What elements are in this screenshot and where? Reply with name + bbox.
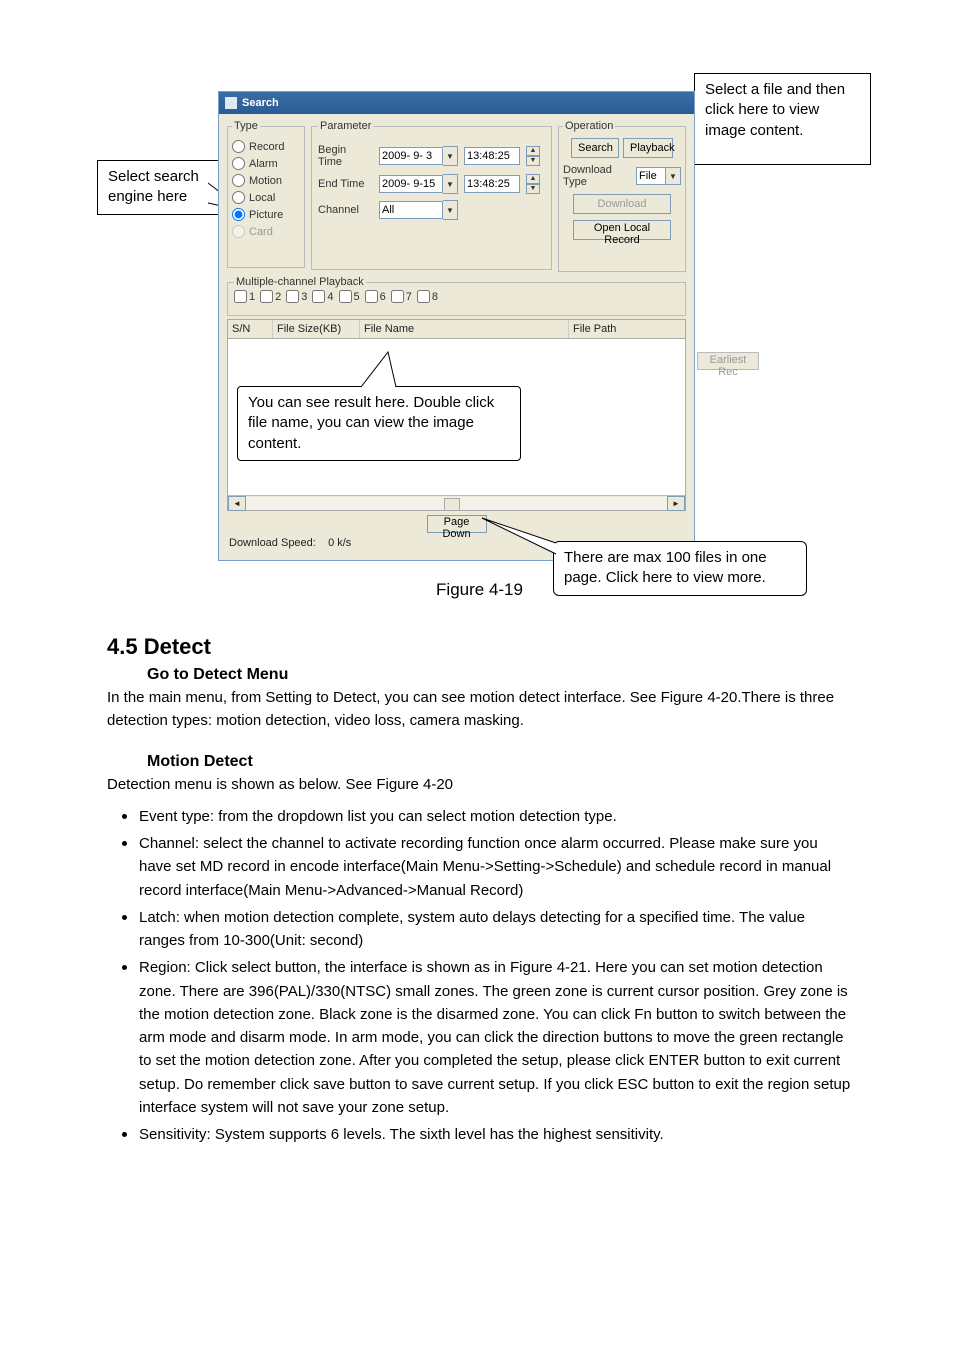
list-item: Event type: from the dropdown list you c… <box>139 802 852 828</box>
titlebar: Search <box>219 92 694 114</box>
dropdown-icon[interactable]: ▼ <box>443 174 458 194</box>
end-time-input[interactable] <box>464 175 520 193</box>
callout-text: There are max 100 files in one <box>564 548 796 568</box>
callout-text: Select a file and then <box>705 80 860 100</box>
label-end-time: End Time <box>318 178 373 190</box>
col-filesize[interactable]: File Size(KB) <box>273 320 360 338</box>
callout-result-hint: You can see result here. Double click fi… <box>237 386 521 461</box>
playback-button[interactable]: Playback <box>623 138 673 158</box>
radio-card: Card <box>232 225 300 238</box>
mcp-ch-4[interactable]: 4 <box>312 290 333 303</box>
radio-motion[interactable]: Motion <box>232 174 300 187</box>
list-item: Latch: when motion detection complete, s… <box>139 903 852 953</box>
paragraph: Detection menu is shown as below. See Fi… <box>107 773 852 796</box>
page: Select search engine here Select a file … <box>0 0 954 1350</box>
radio-alarm[interactable]: Alarm <box>232 157 300 170</box>
radio-picture[interactable]: Picture <box>232 208 300 221</box>
download-type-label: Download Type <box>563 164 633 188</box>
list-item: Region: Click select button, the interfa… <box>139 953 852 1119</box>
open-local-record-button[interactable]: Open Local Record <box>573 220 671 240</box>
document-body: Figure 4-19 4.5 Detect Go to Detect Menu… <box>107 570 852 1147</box>
col-filename[interactable]: File Name <box>360 320 569 338</box>
scroll-right-icon[interactable]: ► <box>667 496 685 511</box>
legend: Operation <box>563 120 615 132</box>
paragraph: In the main menu, from Setting to Detect… <box>107 686 852 733</box>
mcp-ch-3[interactable]: 3 <box>286 290 307 303</box>
callout-select-file: Select a file and then click here to vie… <box>694 73 871 165</box>
time-spinner[interactable]: ▲▼ <box>526 146 540 166</box>
label-begin-time: Begin Time <box>318 144 373 168</box>
begin-date-picker[interactable]: ▼ <box>379 146 458 166</box>
callout-text: engine here <box>108 187 217 207</box>
section-heading: 4.5 Detect <box>107 634 852 660</box>
begin-date-input[interactable] <box>379 147 443 165</box>
legend: Type <box>232 120 260 132</box>
group-parameter: Parameter Begin Time ▼ ▲▼ End Time ▼ <box>311 120 552 270</box>
channel-select[interactable]: ▼ <box>379 200 458 220</box>
subheading-motion: Motion Detect <box>147 753 852 771</box>
list-item: Channel: select the channel to activate … <box>139 829 852 902</box>
page-down-button[interactable]: Page Down <box>427 515 487 533</box>
search-window: Search Type Record Alarm Motion Local Pi… <box>218 91 695 561</box>
mcp-ch-1[interactable]: 1 <box>234 290 255 303</box>
callout-text: file name, you can view the image <box>248 413 510 433</box>
dropdown-icon[interactable]: ▼ <box>443 200 458 220</box>
mcp-ch-8[interactable]: 8 <box>417 290 438 303</box>
bullet-list: Event type: from the dropdown list you c… <box>129 802 852 1147</box>
group-multichannel: Multiple-channel Playback 1 2 3 4 5 6 7 … <box>227 276 686 316</box>
download-speed-value: 0 k/s <box>328 537 351 549</box>
legend: Multiple-channel Playback <box>234 276 366 288</box>
end-date-picker[interactable]: ▼ <box>379 174 458 194</box>
h-scrollbar[interactable]: ◄ ► <box>228 495 685 510</box>
callout-text: content. <box>248 434 510 454</box>
search-button[interactable]: Search <box>571 138 619 158</box>
callout-text: Select search <box>108 167 217 187</box>
download-button: Download <box>573 194 671 214</box>
group-operation: Operation Search Playback Download Type … <box>558 120 686 272</box>
channel-input[interactable] <box>379 201 443 219</box>
download-speed-label: Download Speed: <box>229 537 316 549</box>
download-type-select[interactable]: ▼ <box>636 167 681 185</box>
scroll-left-icon[interactable]: ◄ <box>228 496 246 511</box>
earliest-rec-button: Earliest Rec <box>697 352 759 370</box>
col-filepath[interactable]: File Path <box>569 320 685 338</box>
begin-time-input[interactable] <box>464 147 520 165</box>
mcp-ch-2[interactable]: 2 <box>260 290 281 303</box>
list-item: Sensitivity: System supports 6 levels. T… <box>139 1120 852 1146</box>
figure-caption: Figure 4-19 <box>107 580 852 600</box>
callout-text: image content. <box>705 121 860 141</box>
mcp-ch-7[interactable]: 7 <box>391 290 412 303</box>
dropdown-icon[interactable]: ▼ <box>443 146 458 166</box>
col-sn[interactable]: S/N <box>228 320 273 338</box>
callout-text: click here to view <box>705 100 860 120</box>
radio-local[interactable]: Local <box>232 191 300 204</box>
legend: Parameter <box>318 120 373 132</box>
subheading-go-menu: Go to Detect Menu <box>147 666 852 684</box>
dropdown-icon[interactable]: ▼ <box>666 167 681 185</box>
mcp-ch-5[interactable]: 5 <box>339 290 360 303</box>
end-date-input[interactable] <box>379 175 443 193</box>
window-icon <box>225 97 237 109</box>
group-type: Type Record Alarm Motion Local Picture C… <box>227 120 305 268</box>
callout-text: You can see result here. Double click <box>248 393 510 413</box>
radio-record[interactable]: Record <box>232 140 300 153</box>
mcp-ch-6[interactable]: 6 <box>365 290 386 303</box>
window-title: Search <box>242 97 279 109</box>
label-channel: Channel <box>318 204 373 216</box>
time-spinner[interactable]: ▲▼ <box>526 174 540 194</box>
